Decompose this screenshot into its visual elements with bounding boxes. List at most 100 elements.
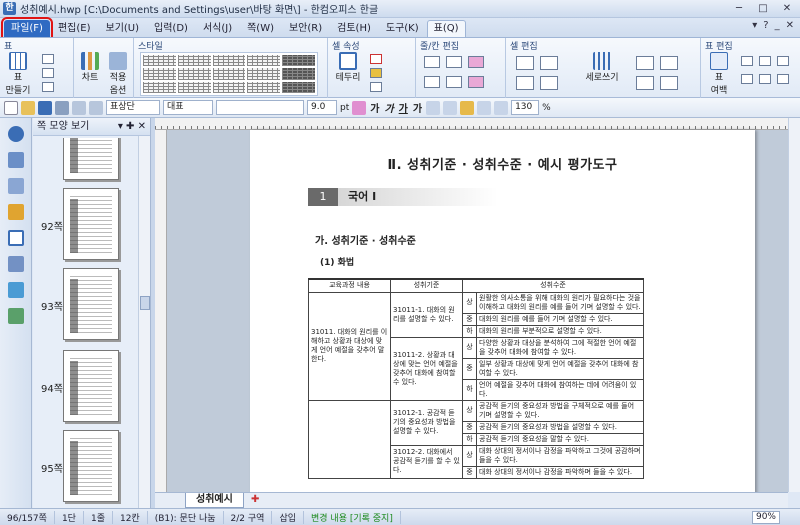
- history-icon[interactable]: [8, 152, 24, 168]
- style-swatch[interactable]: [247, 68, 281, 80]
- table-icon[interactable]: [8, 256, 24, 272]
- underline-button[interactable]: 가: [398, 100, 409, 115]
- table-edit-icon[interactable]: [759, 74, 771, 84]
- page-thumbnail[interactable]: [33, 138, 137, 180]
- level-cell[interactable]: 상: [462, 291, 477, 314]
- hwp-app-icon[interactable]: 한: [3, 2, 16, 15]
- style-swatch[interactable]: [282, 68, 315, 80]
- text-color-button[interactable]: 가: [412, 100, 423, 115]
- print-icon[interactable]: [55, 100, 69, 115]
- table-edit-icon[interactable]: [741, 56, 753, 66]
- style-swatch[interactable]: [177, 55, 211, 67]
- table-option-icon[interactable]: [42, 68, 54, 78]
- line-spacing-icon[interactable]: [494, 100, 509, 115]
- cell-border-icon[interactable]: [370, 82, 382, 92]
- style-swatch[interactable]: [247, 55, 281, 67]
- level-desc-cell[interactable]: 공감적 듣기의 중요성과 방법을 구체적으로 예를 들어 기며 설명할 수 있다…: [476, 399, 644, 422]
- level-cell[interactable]: 상: [462, 444, 477, 467]
- level-desc-cell[interactable]: 다양한 상황과 대상을 분석하여 그에 적절한 언어 예절을 갖추어 대화에 참…: [476, 336, 644, 359]
- style-swatch[interactable]: [143, 68, 176, 80]
- ribbon-toggle-icon[interactable]: ▾: [752, 20, 757, 31]
- delete-row-icon[interactable]: [468, 56, 484, 68]
- tab-security[interactable]: 보안(R): [282, 20, 329, 37]
- border-button[interactable]: 테두리: [332, 52, 364, 83]
- bold-button[interactable]: 가: [369, 100, 380, 115]
- insert-row-icon[interactable]: [424, 56, 440, 68]
- line-color-icon[interactable]: [370, 54, 382, 64]
- table-style-gallery[interactable]: [140, 52, 318, 96]
- style-swatch[interactable]: [177, 81, 211, 93]
- table-edit-icon[interactable]: [741, 74, 753, 84]
- tab-review[interactable]: 검토(H): [330, 20, 378, 37]
- redo-icon[interactable]: [89, 100, 103, 115]
- list-icon[interactable]: [8, 178, 24, 194]
- table-edit-icon[interactable]: [777, 56, 789, 66]
- tab-view[interactable]: 보기(U): [99, 20, 147, 37]
- panel-scrollbar[interactable]: [138, 136, 150, 508]
- align-center-icon[interactable]: [443, 100, 458, 115]
- achievement-table[interactable]: 교육과정 내용 성취기준 성취수준 31011. 대화의 원리를 이해하고 상황…: [308, 278, 644, 479]
- minimize-button[interactable]: ─: [729, 2, 749, 16]
- level-desc-cell[interactable]: 대화 상대의 정서이나 감정을 파악하고 그것에 공감하며 들을 수 있다.: [476, 444, 644, 467]
- align-left-icon[interactable]: [426, 100, 441, 115]
- merge-cells-icon[interactable]: [516, 56, 534, 70]
- help-icon[interactable]: ?: [763, 20, 768, 31]
- vertical-write-button[interactable]: 세로쓰기: [582, 52, 622, 83]
- line-spacing-input[interactable]: 130: [511, 100, 540, 115]
- level-desc-cell[interactable]: 공감적 듣기의 중요성을 말할 수 있다.: [476, 432, 644, 446]
- new-document-icon[interactable]: [4, 100, 18, 115]
- scrollbar-thumb[interactable]: [140, 296, 150, 310]
- style-swatch[interactable]: [143, 55, 176, 67]
- tab-tools[interactable]: 도구(K): [379, 20, 426, 37]
- level-desc-cell[interactable]: 일부 상황과 대상에 맞게 언어 예절을 갖추어 대화에 참여할 수 있다.: [476, 357, 644, 380]
- content-cell[interactable]: [308, 399, 391, 479]
- status-insert-mode[interactable]: 삽입: [272, 510, 304, 524]
- level-desc-cell[interactable]: 대화의 원리를 부분적으로 설명할 수 있다.: [476, 324, 644, 338]
- help-icon[interactable]: [8, 126, 24, 142]
- tab-table[interactable]: 표(Q): [426, 20, 466, 37]
- standard-cell[interactable]: 31011-2. 상황과 대상에 맞는 언어 예절을 갖추어 대화에 참여할 수…: [390, 336, 463, 401]
- level-cell[interactable]: 중: [462, 312, 477, 326]
- tab-insert[interactable]: 입력(D): [147, 20, 195, 37]
- insert-col-right-icon[interactable]: [446, 76, 462, 88]
- font-name-select[interactable]: [216, 100, 304, 115]
- style-swatch[interactable]: [212, 55, 246, 67]
- vertical-ruler[interactable]: [155, 130, 167, 492]
- table-option-icon[interactable]: [42, 54, 54, 64]
- tab-format[interactable]: 서식(J): [196, 20, 239, 37]
- fill-color-icon[interactable]: [370, 68, 382, 78]
- align-bottom-icon[interactable]: [636, 76, 654, 90]
- horizontal-ruler[interactable]: [155, 118, 788, 130]
- new-tab-icon[interactable]: ✚: [251, 494, 259, 505]
- tab-edit[interactable]: 편집(E): [51, 20, 98, 37]
- level-cell[interactable]: 하: [462, 432, 477, 446]
- page-thumbnail[interactable]: 92쪽: [33, 188, 137, 260]
- status-track-changes[interactable]: 변경 내용 [기록 중지]: [304, 510, 401, 524]
- page-view-icon[interactable]: [8, 230, 24, 246]
- save-icon[interactable]: [38, 100, 52, 115]
- maximize-button[interactable]: □: [753, 2, 773, 16]
- content-cell[interactable]: 31011. 대화의 원리를 이해하고 상황과 대상에 맞게 언어 예절을 갖추…: [308, 291, 391, 401]
- cell-align-icon[interactable]: [660, 76, 678, 90]
- table-option-icon[interactable]: [42, 82, 54, 92]
- cell-height-icon[interactable]: [516, 76, 534, 90]
- cell-width-icon[interactable]: [540, 76, 558, 90]
- level-desc-cell[interactable]: 대화 상대의 정서이나 감정을 파악하며 들을 수 있다.: [476, 465, 644, 479]
- style-swatch[interactable]: [282, 81, 315, 93]
- font-size-input[interactable]: 9.0: [307, 100, 337, 115]
- level-cell[interactable]: 하: [462, 378, 477, 401]
- font-language-select[interactable]: 대표: [163, 100, 213, 115]
- lightning-icon[interactable]: [8, 204, 24, 220]
- font-color-icon[interactable]: [352, 100, 367, 115]
- level-cell[interactable]: 중: [462, 357, 477, 380]
- insert-col-icon[interactable]: [446, 56, 462, 68]
- image-icon[interactable]: [8, 308, 24, 324]
- table-edit-icon[interactable]: [777, 74, 789, 84]
- open-folder-icon[interactable]: [21, 100, 35, 115]
- standard-cell[interactable]: 31011-1. 대화의 원리를 설명할 수 있다.: [390, 291, 463, 338]
- document-vertical-scrollbar[interactable]: [788, 118, 800, 492]
- tab-page[interactable]: 쪽(W): [240, 20, 281, 37]
- split-cells-icon[interactable]: [540, 56, 558, 70]
- doc-close-icon[interactable]: ✕: [786, 20, 794, 31]
- style-swatch[interactable]: [282, 55, 315, 67]
